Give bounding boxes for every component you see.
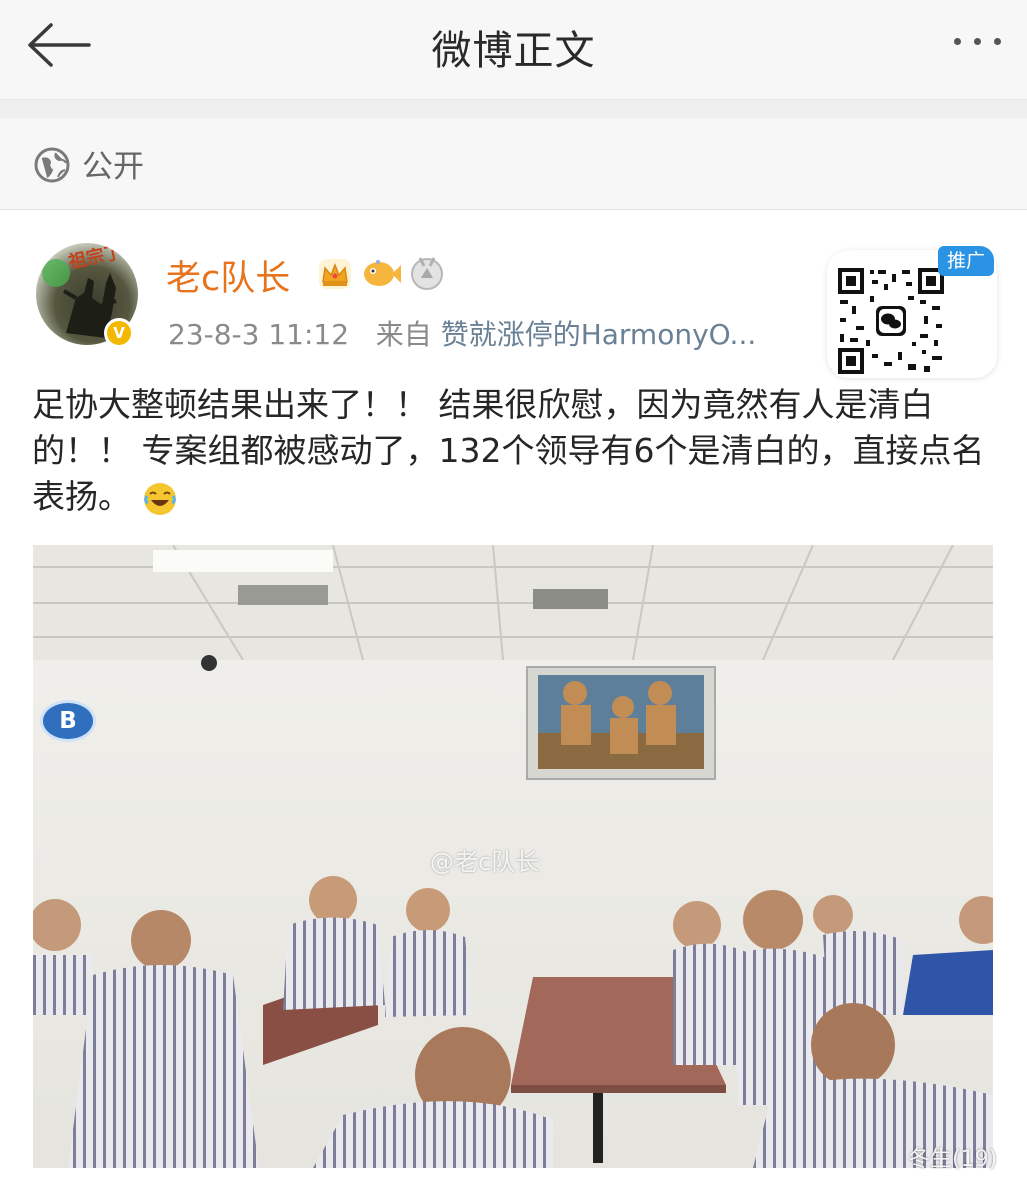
post-content: 足协大整顿结果出来了！！ 结果很欣慰，因为竟然有人是清白的！！ 专案组都被感动了… — [32, 382, 992, 520]
page-title: 微博正文 — [431, 28, 596, 74]
post-meta: 23-8-3 11:12 来自 赞就涨停的HarmonyO... — [168, 313, 756, 353]
globe-icon — [34, 147, 70, 183]
medal-icon — [411, 257, 443, 290]
top-bar: 微博正文 — [0, 0, 1027, 100]
image-corner-label: 冬生(19) — [908, 1147, 998, 1172]
author-name[interactable]: 老c队长 — [166, 250, 290, 301]
verified-badge: V — [104, 318, 134, 348]
visibility-label: 公开 — [82, 149, 144, 185]
source-link[interactable]: 赞就涨停的HarmonyO... — [441, 318, 757, 351]
timestamp: 23-8-3 11:12 — [168, 318, 350, 351]
separator — [0, 100, 1027, 118]
qr-code[interactable] — [836, 266, 946, 376]
fish-icon — [364, 260, 401, 286]
source-prefix: 来自 — [375, 318, 432, 351]
promo-badge: 推广 — [938, 246, 994, 276]
laughing-crying-emoji — [143, 482, 176, 515]
channel-logo: B — [40, 700, 96, 742]
image-watermark: @老c队长 — [430, 848, 540, 876]
crown-icon — [319, 259, 351, 289]
visibility-row — [0, 118, 1027, 210]
more-dots-icon[interactable] — [954, 38, 1001, 45]
